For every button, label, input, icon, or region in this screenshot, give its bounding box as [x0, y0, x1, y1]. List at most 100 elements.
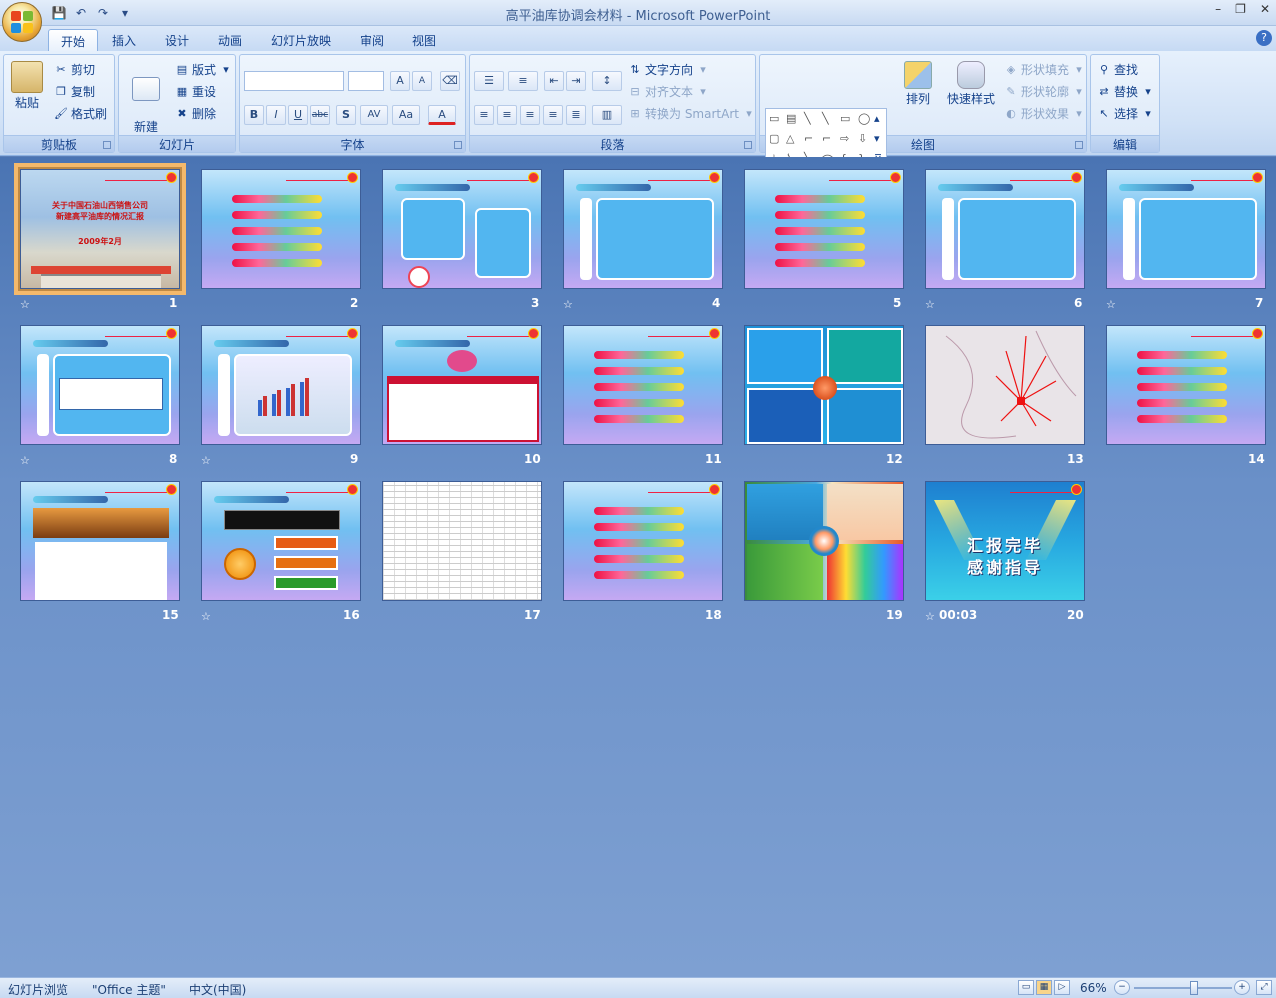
shape-outline-button[interactable]: ✎ 形状轮廓 ▾ — [1004, 83, 1086, 100]
slide-20-animation-icon[interactable]: ☆ — [925, 610, 935, 623]
bullets-button[interactable]: ☰ — [474, 71, 504, 91]
slide-thumbnail-14[interactable] — [1106, 325, 1266, 445]
tab-insert[interactable]: 插入 — [100, 29, 148, 51]
zoom-out-button[interactable]: − — [1114, 980, 1130, 995]
slide-8-animation-icon[interactable]: ☆ — [20, 454, 30, 467]
char-spacing-button[interactable]: AV — [360, 105, 388, 125]
font-size-combo[interactable] — [348, 71, 384, 91]
slide-thumbnail-8[interactable] — [20, 325, 180, 445]
help-icon[interactable]: ? — [1256, 30, 1272, 46]
columns-button[interactable]: ▥ — [592, 105, 622, 125]
arrange-button[interactable]: 排列 — [900, 61, 936, 107]
tab-review[interactable]: 审阅 — [348, 29, 396, 51]
clipboard-launcher[interactable] — [103, 141, 111, 149]
normal-view-icon[interactable]: ▭ — [1018, 980, 1034, 995]
decrease-indent-button[interactable]: ⇤ — [544, 71, 564, 91]
tab-design[interactable]: 设计 — [153, 29, 201, 51]
grow-font-button[interactable]: A — [390, 71, 410, 91]
slide-thumbnail-10[interactable] — [382, 325, 542, 445]
replace-button[interactable]: ⇄ 替换 ▾ — [1097, 83, 1155, 100]
find-button[interactable]: ⚲ 查找 — [1097, 61, 1138, 78]
slide-thumbnail-15[interactable] — [20, 481, 180, 601]
copy-button[interactable]: ❐ 复制 — [54, 83, 95, 100]
slide-thumbnail-17[interactable] — [382, 481, 542, 601]
slide-thumbnail-20[interactable]: 汇报完毕 感谢指导 — [925, 481, 1085, 601]
align-text-button[interactable]: ⊟ 对齐文本 ▾ — [628, 83, 710, 100]
clear-format-icon[interactable]: ⌫ — [440, 71, 460, 91]
format-painter-button[interactable]: 🖌 格式刷 — [54, 105, 107, 122]
zoom-in-button[interactable]: + — [1234, 980, 1250, 995]
pen-icon: ✎ — [1006, 84, 1016, 98]
smartart-button[interactable]: ⊞ 转换为 SmartArt ▾ — [628, 105, 756, 122]
slide-sorter-view-icon[interactable]: ▦ — [1036, 980, 1052, 995]
numbering-button[interactable]: ≡ — [508, 71, 538, 91]
font-name-combo[interactable] — [244, 71, 344, 91]
slide-16-animation-icon[interactable]: ☆ — [201, 610, 211, 623]
slide-4-animation-icon[interactable]: ☆ — [563, 298, 573, 311]
zoom-slider[interactable] — [1134, 987, 1232, 989]
select-button[interactable]: ↖ 选择 ▾ — [1097, 105, 1155, 122]
fit-window-icon[interactable]: ⤢ — [1256, 980, 1272, 995]
tab-view[interactable]: 视图 — [400, 29, 448, 51]
cut-button[interactable]: ✂ 剪切 — [54, 61, 95, 78]
slide-thumbnail-5[interactable] — [744, 169, 904, 289]
align-center-button[interactable]: ≡ — [497, 105, 517, 125]
slide-thumbnail-13[interactable] — [925, 325, 1085, 445]
status-language[interactable]: 中文(中国) — [189, 981, 246, 998]
change-case-button[interactable]: Aa — [392, 105, 420, 125]
drawing-launcher[interactable] — [1075, 141, 1083, 149]
slide-6-animation-icon[interactable]: ☆ — [925, 298, 935, 311]
slide-7-animation-icon[interactable]: ☆ — [1106, 298, 1116, 311]
slide-9-animation-icon[interactable]: ☆ — [201, 454, 211, 467]
underline-button[interactable]: U — [288, 105, 308, 125]
tab-home[interactable]: 开始 — [48, 29, 99, 51]
slide-thumbnail-9[interactable] — [201, 325, 361, 445]
bold-button[interactable]: B — [244, 105, 264, 125]
font-launcher[interactable] — [454, 141, 462, 149]
shape-fill-button[interactable]: ◈ 形状填充 ▾ — [1004, 61, 1086, 78]
text-direction-button[interactable]: ⇅ 文字方向 ▾ — [628, 61, 710, 78]
slide-thumbnail-4[interactable] — [563, 169, 723, 289]
reset-button[interactable]: ▦ 重设 — [175, 83, 216, 100]
slide-thumbnail-7[interactable] — [1106, 169, 1266, 289]
status-theme[interactable]: "Office 主题" — [92, 981, 166, 998]
line-spacing-button[interactable]: ↕ — [592, 71, 622, 91]
shadow-button[interactable]: S — [336, 105, 356, 125]
distributed-button[interactable]: ≣ — [566, 105, 586, 125]
slide-thumbnail-18[interactable] — [563, 481, 723, 601]
font-color-button[interactable]: A — [428, 105, 456, 125]
slide-thumbnail-3[interactable] — [382, 169, 542, 289]
paragraph-launcher[interactable] — [744, 141, 752, 149]
restore-button[interactable]: ❐ — [1235, 2, 1246, 16]
slide-thumbnail-19[interactable] — [744, 481, 904, 601]
layout-button[interactable]: ▤ 版式 ▾ — [175, 61, 233, 78]
slide-thumbnail-16[interactable] — [201, 481, 361, 601]
zoom-slider-thumb[interactable] — [1190, 981, 1198, 995]
office-button[interactable] — [2, 2, 42, 42]
increase-indent-button[interactable]: ⇥ — [566, 71, 586, 91]
align-left-button[interactable]: ≡ — [474, 105, 494, 125]
shrink-font-button[interactable]: A — [412, 71, 432, 91]
slide-sorter[interactable]: 关于中国石油山西销售公司 新建高平油库的情况汇报 2009年2月 ☆ 1 2 3… — [0, 157, 1276, 977]
close-button[interactable]: ✕ — [1260, 2, 1270, 16]
shape-effects-button[interactable]: ◐ 形状效果 ▾ — [1004, 105, 1086, 122]
quick-styles-button[interactable]: 快速样式 — [942, 61, 1000, 107]
align-right-button[interactable]: ≡ — [520, 105, 540, 125]
tab-animation[interactable]: 动画 — [206, 29, 254, 51]
italic-button[interactable]: I — [266, 105, 286, 125]
minimize-button[interactable]: – — [1215, 2, 1221, 16]
strikethrough-button[interactable]: abc — [310, 105, 330, 125]
slide-1-animation-icon[interactable]: ☆ — [20, 298, 30, 311]
slide-thumbnail-2[interactable] — [201, 169, 361, 289]
delete-slide-button[interactable]: ✖ 删除 — [175, 105, 216, 122]
slide-thumbnail-1[interactable]: 关于中国石油山西销售公司 新建高平油库的情况汇报 2009年2月 — [14, 163, 186, 295]
scissors-icon: ✂ — [56, 62, 66, 76]
slide-thumbnail-12[interactable] — [744, 325, 904, 445]
slide-thumbnail-6[interactable] — [925, 169, 1085, 289]
slide-thumbnail-11[interactable] — [563, 325, 723, 445]
paste-button[interactable]: 粘贴 — [10, 61, 44, 111]
zoom-level[interactable]: 66% — [1080, 981, 1107, 995]
slideshow-view-icon[interactable]: ▷ — [1054, 980, 1070, 995]
justify-button[interactable]: ≡ — [543, 105, 563, 125]
tab-slideshow[interactable]: 幻灯片放映 — [259, 29, 343, 51]
